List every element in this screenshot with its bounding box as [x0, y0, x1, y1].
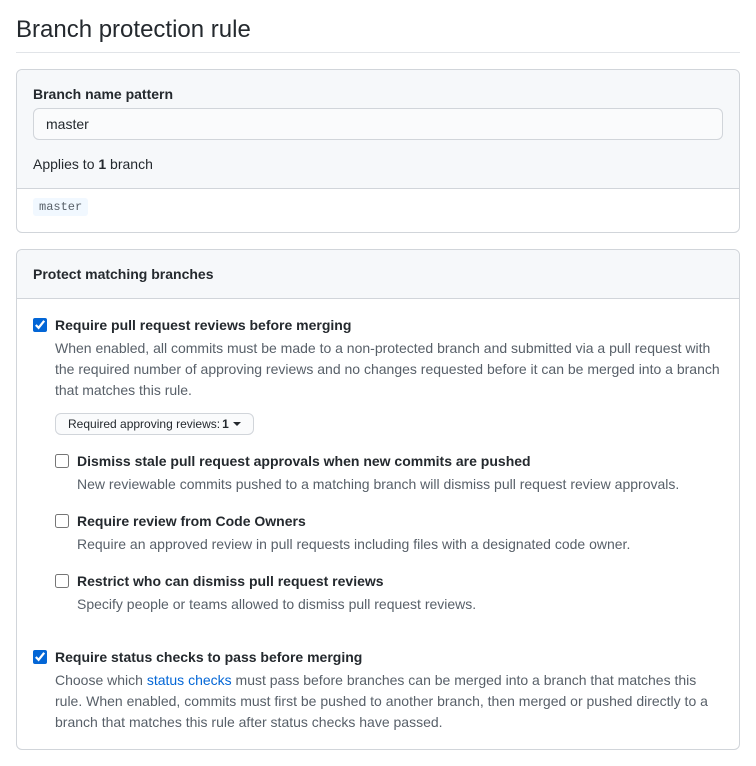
applies-count: 1	[98, 156, 106, 172]
dismiss-stale-title: Dismiss stale pull request approvals whe…	[77, 451, 723, 472]
divider	[16, 52, 740, 53]
status-checks-row: Require status checks to pass before mer…	[33, 647, 723, 733]
require-reviews-row: Require pull request reviews before merg…	[33, 315, 723, 615]
code-owners-desc: Require an approved review in pull reque…	[77, 534, 723, 555]
protect-header: Protect matching branches	[17, 250, 739, 299]
matched-branches-row: master	[17, 189, 739, 232]
status-checks-desc: Choose which status checks must pass bef…	[55, 670, 723, 733]
branch-pattern-box: Branch name pattern Applies to 1 branch …	[16, 69, 740, 233]
dismiss-stale-desc: New reviewable commits pushed to a match…	[77, 474, 723, 495]
status-checks-checkbox[interactable]	[33, 650, 47, 664]
dropdown-value: 1	[222, 417, 229, 431]
protect-branches-box: Protect matching branches Require pull r…	[16, 249, 740, 750]
applies-prefix: Applies to	[33, 156, 98, 172]
status-checks-title: Require status checks to pass before mer…	[55, 647, 723, 668]
branch-tag: master	[33, 198, 88, 216]
require-reviews-checkbox[interactable]	[33, 318, 47, 332]
dropdown-label: Required approving reviews:	[68, 417, 220, 431]
status-desc-prefix: Choose which	[55, 672, 147, 688]
chevron-down-icon	[233, 422, 241, 426]
code-owners-checkbox[interactable]	[55, 514, 69, 528]
approving-reviews-dropdown[interactable]: Required approving reviews: 1	[55, 413, 254, 435]
status-checks-link[interactable]: status checks	[147, 672, 232, 688]
restrict-dismiss-title: Restrict who can dismiss pull request re…	[77, 571, 723, 592]
applies-suffix: branch	[106, 156, 153, 172]
pattern-label: Branch name pattern	[33, 86, 723, 102]
dismiss-stale-checkbox[interactable]	[55, 454, 69, 468]
page-title: Branch protection rule	[16, 16, 740, 44]
restrict-dismiss-row: Restrict who can dismiss pull request re…	[55, 571, 723, 615]
branch-pattern-input[interactable]	[33, 108, 723, 140]
restrict-dismiss-checkbox[interactable]	[55, 574, 69, 588]
require-reviews-title: Require pull request reviews before merg…	[55, 315, 723, 336]
restrict-dismiss-desc: Specify people or teams allowed to dismi…	[77, 594, 723, 615]
code-owners-title: Require review from Code Owners	[77, 511, 723, 532]
code-owners-row: Require review from Code Owners Require …	[55, 511, 723, 555]
applies-text: Applies to 1 branch	[33, 156, 723, 172]
require-reviews-desc: When enabled, all commits must be made t…	[55, 338, 723, 401]
dismiss-stale-row: Dismiss stale pull request approvals whe…	[55, 451, 723, 495]
